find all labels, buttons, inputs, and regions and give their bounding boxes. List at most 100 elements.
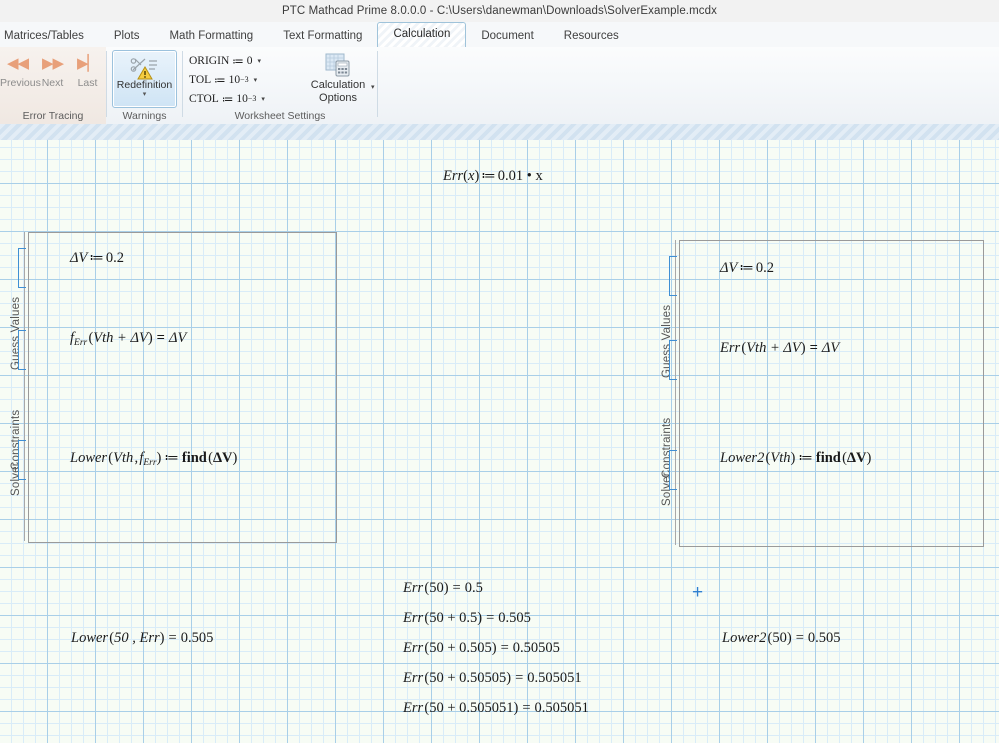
result-lower-value: 0.505 [181, 630, 214, 646]
eval-1-arg: 50 [429, 580, 444, 596]
tol-dropdown-icon[interactable]: ▾ [254, 76, 258, 84]
mathcad-window: PTC Mathcad Prime 8.0.0.0 - C:\Users\dan… [0, 0, 999, 743]
origin-name: ORIGIN [189, 55, 229, 67]
result-lower[interactable]: Lower (50 , Err)=0.505 [71, 630, 213, 647]
tab-resources[interactable]: Resources [549, 24, 634, 48]
evaluation-row-2[interactable]: Err (50 + 0.5)=0.505 [403, 610, 531, 627]
error-tracing-group-label: Error Tracing [0, 108, 106, 124]
ctol-dropdown-icon[interactable]: ▾ [261, 95, 265, 103]
tab-text-formatting[interactable]: Text Formatting [268, 24, 377, 48]
calculator-grid-icon [325, 53, 351, 77]
result-lower2[interactable]: Lower2 (50)=0.505 [722, 630, 841, 647]
eval-2-arg: 50 + 0.5 [429, 610, 477, 626]
evaluation-row-5[interactable]: Err (50 + 0.505051)=0.505051 [403, 700, 589, 717]
tol-setting[interactable]: TOL ≔ 10−3 ▾ [189, 70, 299, 89]
left-solver-name: Lower [70, 450, 107, 466]
left-guess-expression[interactable]: ΔV≔0.2 [70, 250, 124, 267]
result-lower2-value: 0.505 [808, 630, 841, 646]
tol-assign: ≔ [214, 73, 226, 87]
tab-math-formatting[interactable]: Math Formatting [154, 24, 268, 48]
right-constraint-arg: Vth + ΔV [746, 340, 801, 356]
ctol-value: 10 [236, 93, 248, 105]
right-constraint-expression[interactable]: Err (Vth + ΔV)=ΔV [720, 340, 839, 357]
previous-error-button[interactable]: ◀◀ Previous [0, 51, 35, 89]
eval-1-func: Err [403, 580, 423, 596]
left-solver-expression[interactable]: Lower (Vth , fErr)≔find (ΔV) [70, 450, 237, 468]
left-solver-assign: ≔ [164, 450, 179, 466]
result-lower2-name: Lower2 [722, 630, 766, 646]
origin-dropdown-icon[interactable]: ▾ [258, 57, 262, 65]
next-error-label: Next [35, 77, 70, 89]
tab-calculation[interactable]: Calculation [377, 22, 466, 48]
tab-document[interactable]: Document [466, 24, 548, 48]
origin-setting[interactable]: ORIGIN ≔ 0 ▾ [189, 51, 299, 70]
region-err-definition[interactable]: Err(x)≔0.01 • x [443, 168, 543, 185]
left-constraint-relation: = [157, 330, 165, 346]
result-lower-args: 50 , Err [114, 630, 160, 646]
evaluation-row-1[interactable]: Err (50)=0.5 [403, 580, 483, 597]
tab-plots[interactable]: Plots [99, 24, 155, 48]
calculation-options-line1: Calculation [311, 79, 365, 92]
worksheet-canvas[interactable]: Err(x)≔0.01 • x Guess Values Constraints… [0, 140, 999, 743]
err-def-assign: ≔ [481, 168, 496, 184]
right-constraint-rhs: ΔV [822, 340, 839, 356]
title-bar: PTC Mathcad Prime 8.0.0.0 - C:\Users\dan… [0, 0, 999, 22]
eval-4-arg: 50 + 0.50505 [429, 670, 506, 686]
right-solver-call: find [816, 450, 841, 466]
solve-block-left[interactable] [28, 232, 337, 543]
redefinition-label: Redefinition [117, 80, 172, 91]
redefinition-button[interactable]: Redefinition ▾ [112, 50, 177, 108]
result-lower2-args: 50 [772, 630, 787, 646]
result-lower2-relation: = [796, 630, 804, 646]
err-def-expr: 0.01 • x [498, 168, 543, 184]
ribbon-group-error-tracing: ◀◀ Previous ▶▶ Next ▶▏ Last Error Tracin… [0, 47, 106, 124]
origin-assign: ≔ [232, 54, 244, 68]
calculation-options-line2: Options [319, 92, 357, 105]
left-constraint-arg: Vth + ΔV [93, 330, 148, 346]
crosshair-cursor: + [692, 583, 703, 602]
left-solver-arg2-subscript: Err [143, 458, 156, 468]
left-guess-var: ΔV [70, 250, 87, 266]
tab-matrices-tables[interactable]: Matrices/Tables [0, 24, 99, 48]
evaluation-row-3[interactable]: Err (50 + 0.505)=0.50505 [403, 640, 560, 657]
ctol-name: CTOL [189, 93, 219, 105]
left-constraint-expression[interactable]: fErr (Vth + ΔV)=ΔV [70, 330, 186, 348]
calculation-options-button[interactable]: Calculation Options [299, 51, 377, 108]
right-solver-bracket [669, 450, 677, 490]
result-lower-relation: = [169, 630, 177, 646]
next-error-button[interactable]: ▶▶ Next [35, 51, 70, 89]
result-lower-name: Lower [71, 630, 108, 646]
origin-value: 0 [247, 55, 253, 67]
err-def-func: Err [443, 168, 463, 184]
eval-2-result: 0.505 [498, 610, 531, 626]
right-solver-assign: ≔ [798, 450, 813, 466]
tol-exponent: −3 [240, 75, 249, 84]
fast-forward-icon: ▶▶ [35, 51, 70, 77]
ctol-exponent: −3 [248, 94, 257, 103]
ribbon-tab-bar: Matrices/Tables Plots Math Formatting Te… [0, 22, 999, 48]
previous-error-label: Previous [0, 77, 35, 89]
ctol-assign: ≔ [222, 92, 234, 106]
eval-4-result: 0.505051 [527, 670, 581, 686]
calculation-options-dropdown-icon[interactable]: ▾ [371, 83, 375, 91]
right-guess-assign: ≔ [739, 260, 754, 276]
last-error-button[interactable]: ▶▏ Last [70, 51, 105, 89]
left-guess-assign: ≔ [89, 250, 104, 266]
chevron-down-icon[interactable]: ▾ [143, 91, 147, 99]
warnings-group-label: Warnings [107, 108, 182, 124]
group-separator-3 [377, 51, 378, 117]
left-guess-bracket [18, 248, 26, 288]
evaluation-row-4[interactable]: Err (50 + 0.50505)=0.505051 [403, 670, 582, 687]
left-solver-bracket [18, 440, 26, 480]
solve-block-right[interactable] [679, 240, 984, 547]
ctol-setting[interactable]: CTOL ≔ 10−3 ▾ [189, 89, 299, 108]
left-constraint-subscript: Err [74, 338, 87, 348]
worksheet-settings-group-label: Worksheet Settings [183, 108, 377, 124]
eval-1-result: 0.5 [465, 580, 483, 596]
eval-5-arg: 50 + 0.505051 [429, 700, 513, 716]
right-solver-expression[interactable]: Lower2 (Vth)≔find (ΔV) [720, 450, 871, 467]
right-solver-call-arg: ΔV [847, 450, 867, 466]
eval-5-result: 0.505051 [535, 700, 589, 716]
eval-4-relation: = [515, 670, 523, 686]
right-guess-expression[interactable]: ΔV≔0.2 [720, 260, 774, 277]
